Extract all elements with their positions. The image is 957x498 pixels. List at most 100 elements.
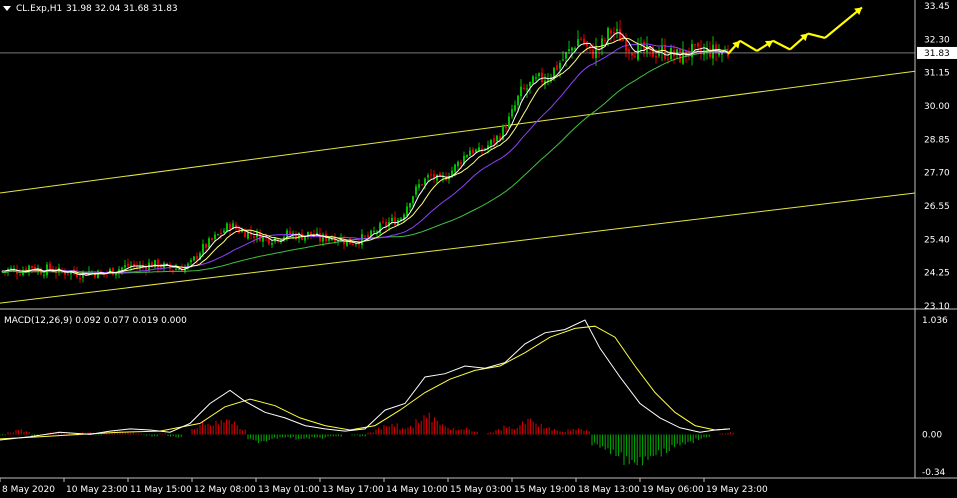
candle-body: [382, 221, 384, 223]
candle-body: [394, 217, 396, 226]
candle-body: [559, 62, 561, 69]
candle-body: [364, 235, 366, 237]
candle-body: [352, 244, 354, 246]
candle-body: [475, 149, 477, 152]
candle-body: [562, 59, 564, 61]
candle-body: [628, 49, 630, 52]
macd-title: MACD(12,26,9) 0.092 0.077 0.019 0.000: [4, 316, 187, 326]
time-tick-label: 8 May 2020: [2, 485, 55, 495]
chart-background: [0, 0, 957, 498]
candle-body: [367, 234, 369, 237]
candle-body: [466, 155, 468, 158]
candle-body: [202, 244, 204, 253]
candle-body: [226, 223, 228, 232]
time-tick-label: 13 May 01:00: [258, 485, 320, 495]
candle-body: [196, 255, 198, 260]
candle-body: [460, 162, 462, 164]
time-tick-label: 19 May 06:00: [642, 485, 704, 495]
candle-body: [655, 55, 657, 58]
candle-body: [166, 262, 168, 264]
price-tick-label: 33.45: [924, 2, 950, 12]
candle-body: [535, 77, 537, 79]
candle-body: [412, 196, 414, 204]
candle-body: [211, 238, 213, 240]
candle-body: [661, 46, 663, 53]
candle-body: [556, 65, 558, 70]
price-tick-label: 32.30: [924, 35, 950, 45]
candle-body: [454, 164, 456, 172]
candle-body: [208, 238, 210, 248]
time-tick-label: 14 May 10:00: [386, 485, 448, 495]
candle-body: [253, 236, 255, 239]
candle-body: [193, 256, 195, 261]
candle-body: [430, 174, 432, 176]
price-tick-label: 24.25: [924, 269, 950, 279]
candle-body: [133, 264, 135, 266]
candle-body: [205, 243, 207, 248]
candle-body: [508, 116, 510, 128]
candle-body: [229, 223, 231, 230]
candle-body: [478, 147, 480, 151]
candle-body: [157, 259, 159, 269]
candle-body: [580, 38, 582, 40]
candle-body: [385, 221, 387, 226]
time-tick-label: 11 May 15:00: [130, 485, 192, 495]
candle-body: [505, 126, 507, 129]
candle-body: [613, 32, 615, 34]
symbol-label: CL.Exp,H1: [16, 4, 62, 14]
candle-body: [328, 238, 330, 241]
candle-body: [577, 39, 579, 47]
candle-body: [178, 269, 180, 271]
time-tick-label: 15 May 03:00: [450, 485, 512, 495]
candle-body: [160, 267, 162, 269]
candle-body: [436, 174, 438, 181]
candle-body: [679, 48, 681, 63]
time-tick-label: 19 May 23:00: [706, 485, 768, 495]
candle-body: [19, 274, 21, 276]
candle-body: [547, 79, 549, 81]
candle-body: [496, 135, 498, 142]
candle-body: [523, 87, 525, 89]
candle-body: [415, 186, 417, 195]
candle-body: [409, 203, 411, 208]
candle-body: [568, 49, 570, 52]
candle-body: [526, 88, 528, 90]
candle-body: [421, 184, 423, 186]
candle-body: [490, 139, 492, 145]
macd-tick-label: -0.34: [922, 468, 946, 478]
time-tick-label: 12 May 08:00: [194, 485, 256, 495]
candle-body: [583, 38, 585, 44]
candle-body: [235, 224, 237, 229]
candle-body: [592, 49, 594, 58]
ohlc-readout: 31.98 32.04 31.68 31.83: [66, 4, 178, 14]
candle-body: [175, 268, 177, 270]
candle-body: [631, 53, 633, 56]
candle-body: [658, 53, 660, 56]
candle-body: [31, 265, 33, 269]
candle-body: [121, 267, 123, 270]
candle-body: [361, 234, 363, 246]
candle-body: [634, 56, 636, 58]
candle-body: [223, 230, 225, 233]
price-tick-label: 27.70: [924, 169, 950, 179]
price-tick-label: 28.85: [924, 135, 950, 145]
candle-body: [67, 273, 69, 275]
current-price-badge-text: 31.83: [924, 49, 950, 59]
candle-body: [538, 73, 540, 77]
candle-body: [172, 269, 174, 271]
candle-body: [214, 234, 216, 240]
price-tick-label: 26.55: [924, 202, 950, 212]
candle-body: [664, 45, 666, 60]
candle-body: [190, 260, 192, 263]
candle-body: [529, 81, 531, 87]
price-tick-label: 23.10: [924, 302, 950, 312]
candle-body: [43, 274, 45, 276]
trading-chart[interactable]: CL.Exp,H1 31.98 32.04 31.68 31.83 33.45 …: [0, 0, 957, 498]
candle-body: [127, 263, 129, 267]
candle-body: [217, 234, 219, 236]
candle-body: [220, 232, 222, 234]
macd-tick-label: 0.00: [922, 430, 942, 440]
candle-body: [610, 30, 612, 34]
candle-body: [424, 178, 426, 185]
candle-body: [271, 243, 273, 245]
